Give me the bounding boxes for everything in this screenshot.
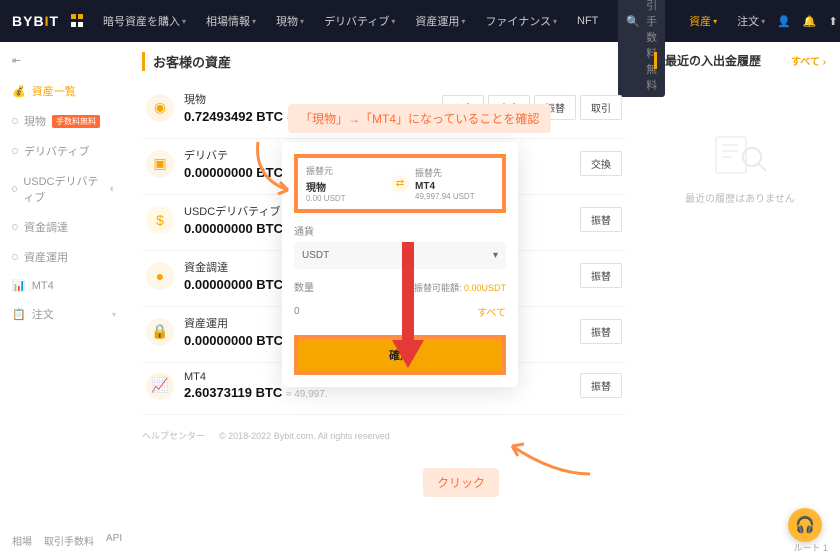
dot-icon bbox=[12, 254, 18, 260]
help-link[interactable]: ヘルプセンター bbox=[142, 429, 205, 442]
sidebar-item-deriv[interactable]: デリバティブ bbox=[0, 137, 128, 165]
footer-api[interactable]: API bbox=[106, 533, 122, 548]
support-button[interactable]: 🎧 bbox=[788, 508, 822, 542]
sidebar-item-spot[interactable]: 現物手数料無料 bbox=[0, 107, 128, 135]
document-search-icon bbox=[710, 129, 770, 179]
transfer-button[interactable]: 振替 bbox=[580, 207, 622, 232]
sidebar-item-usdc[interactable]: USDCデリバティブ◐ bbox=[0, 167, 128, 211]
sidebar-item-funding[interactable]: 資金調達 bbox=[0, 213, 128, 241]
funding-icon: ● bbox=[146, 262, 174, 290]
right-panel: 最近の入出金履歴 すべて › 最近の履歴はありません bbox=[640, 42, 840, 560]
search-icon: 🔍 bbox=[626, 15, 640, 28]
copyright-text: © 2018-2022 Bybit.com. All rights reserv… bbox=[219, 431, 390, 441]
chevron-down-icon: ▾ bbox=[493, 250, 498, 261]
bell-icon[interactable]: 🔔 bbox=[803, 15, 817, 28]
footer-links: 相場 取引手数料 API bbox=[12, 533, 122, 548]
all-link[interactable]: すべて › bbox=[791, 53, 826, 68]
apps-icon[interactable] bbox=[71, 14, 83, 28]
arrow-icon bbox=[250, 138, 300, 198]
from-to-box: 振替元 現物 0.00 USDT ⇄ 振替先 MT4 49,997.94 USD… bbox=[294, 154, 506, 213]
nav-nft[interactable]: NFT bbox=[569, 15, 606, 27]
user-icon[interactable]: 👤 bbox=[777, 15, 791, 28]
top-nav: BYBIT 暗号資産を購入▾ 相場情報▾ 現物▾ デリバティブ▾ 資産運用▾ フ… bbox=[0, 0, 840, 42]
transfer-button[interactable]: 振替 bbox=[580, 319, 622, 344]
nav-buy[interactable]: 暗号資産を購入▾ bbox=[95, 13, 194, 29]
dot-icon bbox=[12, 186, 17, 192]
wallet-icon: 💰 bbox=[12, 85, 26, 98]
annotation-label: 「現物」→「MT4」になっていることを確認 bbox=[288, 104, 551, 133]
mt4-icon: 📈 bbox=[146, 372, 174, 400]
exchange-button[interactable]: 交換 bbox=[580, 151, 622, 176]
page-title: お客様の資産 bbox=[142, 52, 626, 71]
sidebar-item-order[interactable]: 📋注文▾ bbox=[0, 300, 128, 328]
sidebar-item-earn[interactable]: 資産運用 bbox=[0, 243, 128, 271]
transfer-button[interactable]: 振替 bbox=[580, 373, 622, 398]
footer-market[interactable]: 相場 bbox=[12, 533, 32, 548]
logo: BYBIT bbox=[12, 13, 59, 29]
download-icon[interactable]: ⬆ bbox=[829, 15, 838, 28]
dot-icon bbox=[12, 224, 18, 230]
sidebar-item-mt4[interactable]: 📊MT4 bbox=[0, 273, 128, 298]
nav-spot[interactable]: 現物▾ bbox=[268, 13, 312, 29]
annotation-label: クリック bbox=[423, 468, 499, 497]
sidebar-item-overview[interactable]: 💰資産一覧 bbox=[0, 77, 128, 105]
nav-deriv[interactable]: デリバティブ▾ bbox=[316, 13, 403, 29]
nav-finance[interactable]: ファイナンス▾ bbox=[477, 13, 565, 29]
nav-earn[interactable]: 資産運用▾ bbox=[407, 13, 473, 29]
trade-button[interactable]: 取引 bbox=[580, 95, 622, 120]
route-label: ルート 1 bbox=[793, 541, 828, 554]
empty-state: 最近の履歴はありません bbox=[654, 129, 826, 205]
collapse-icon[interactable]: ⇤ bbox=[0, 54, 128, 75]
footer-fees[interactable]: 取引手数料 bbox=[44, 533, 94, 548]
spot-icon: ◉ bbox=[146, 94, 174, 122]
nav-market[interactable]: 相場情報▾ bbox=[198, 13, 264, 29]
sidebar: ⇤ 💰資産一覧 現物手数料無料 デリバティブ USDCデリバティブ◐ 資金調達 … bbox=[0, 42, 128, 560]
swap-icon[interactable]: ⇄ bbox=[391, 175, 409, 193]
nav-order[interactable]: 注文▾ bbox=[729, 13, 773, 29]
dot-icon bbox=[12, 118, 18, 124]
earn-icon: 🔒 bbox=[146, 318, 174, 346]
circle-icon: ◐ bbox=[109, 183, 116, 195]
recent-title: 最近の入出金履歴 すべて › bbox=[654, 52, 826, 69]
transfer-button[interactable]: 振替 bbox=[580, 263, 622, 288]
bars-icon: 📊 bbox=[12, 279, 26, 292]
dot-icon bbox=[12, 148, 18, 154]
list-icon: 📋 bbox=[12, 308, 26, 321]
deriv-icon: ▣ bbox=[146, 150, 174, 178]
arrow-down-icon bbox=[388, 242, 428, 372]
arrow-icon bbox=[504, 440, 594, 480]
all-button[interactable]: すべて bbox=[477, 304, 506, 319]
nav-asset[interactable]: 資産▾ bbox=[681, 13, 725, 29]
main: ⇤ 💰資産一覧 現物手数料無料 デリバティブ USDCデリバティブ◐ 資金調達 … bbox=[0, 42, 840, 560]
content: お客様の資産 ◉ 現物 0.72493492 BTC ≈ 13,953.62 U… bbox=[128, 42, 640, 560]
usdc-icon: $ bbox=[146, 206, 174, 234]
